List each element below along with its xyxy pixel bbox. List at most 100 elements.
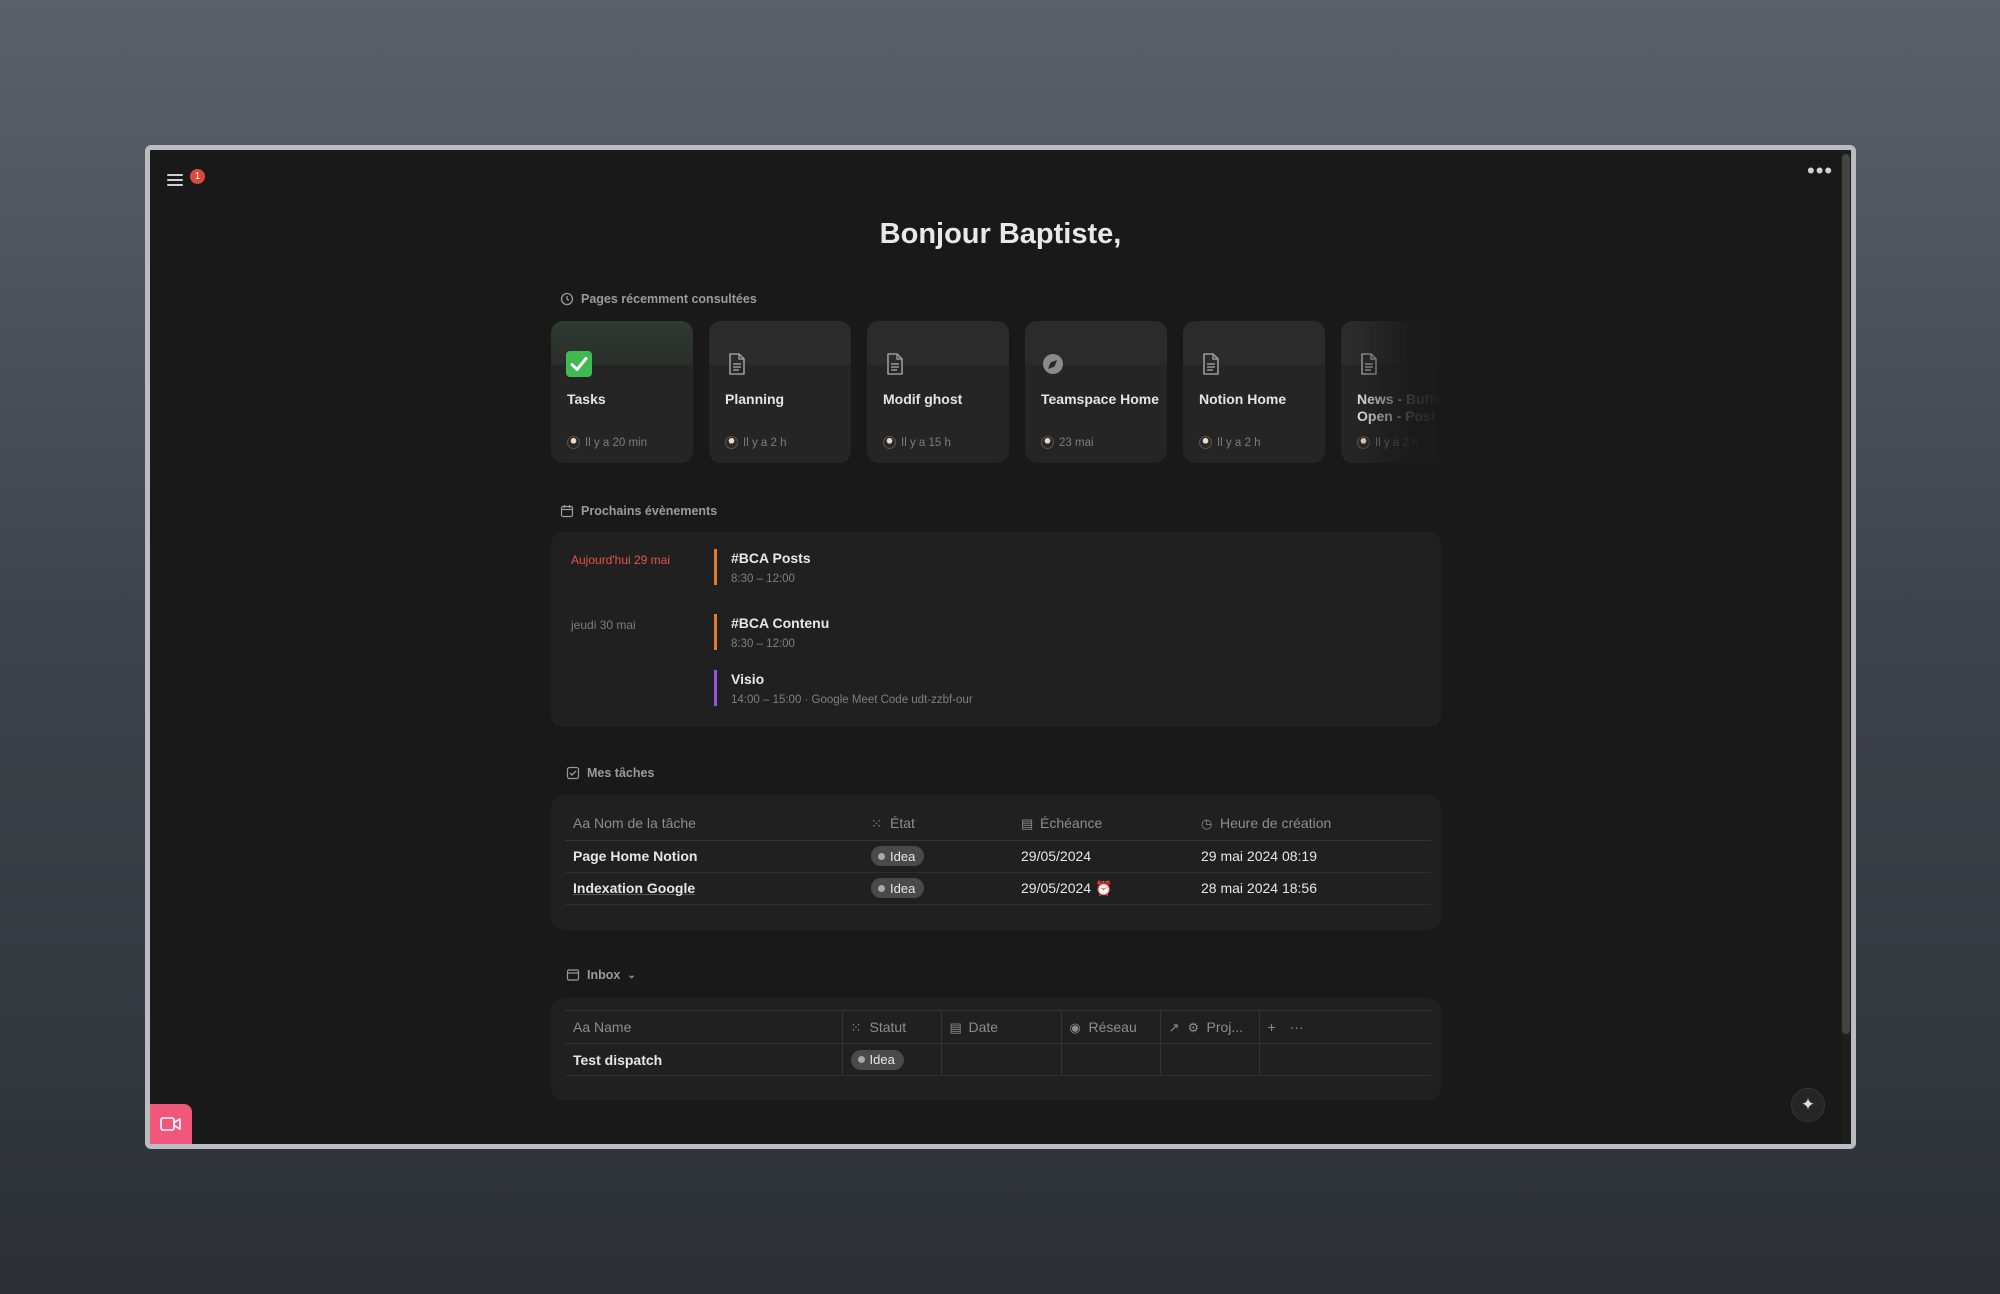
notification-badge: 1: [190, 169, 205, 184]
card-title: News - Buffer Open - Post: [1357, 391, 1441, 424]
event-bca-contenu[interactable]: #BCA Contenu 8:30 – 12:00: [714, 614, 829, 650]
check-icon: [566, 351, 592, 377]
status-tag-label: Idea: [869, 1052, 895, 1067]
record-video-button[interactable]: [150, 1104, 192, 1144]
column-label: Proj...: [1206, 1018, 1244, 1035]
sparkle-icon: ✦: [1800, 1095, 1816, 1114]
column-label: Nom de la tâche: [594, 815, 696, 832]
column-label: Statut: [869, 1018, 907, 1035]
tasks-table: Aa Nom de la tâche ⁙ État ▤ Échéance ◷ Heur…: [565, 807, 1431, 905]
scrollbar-thumb[interactable]: [1842, 154, 1850, 1034]
clock-icon: ◷: [1201, 815, 1213, 831]
column-header-due[interactable]: ▤ Échéance: [1013, 807, 1193, 841]
event-time: 8:30 – 12:00: [731, 573, 795, 585]
inbox-label: Inbox: [587, 968, 621, 982]
inbox-icon: [566, 969, 580, 981]
column-prefix: Aa: [573, 815, 591, 832]
task-name[interactable]: Page Home Notion: [565, 840, 863, 873]
alarm-icon: ⏰: [1094, 879, 1113, 896]
compass-icon: [1043, 354, 1063, 374]
column-label: Date: [968, 1018, 999, 1035]
event-day-thursday: jeudi 30 mai: [571, 618, 636, 632]
inbox-date-cell[interactable]: [941, 1043, 1062, 1076]
recent-card-planning[interactable]: Planning Il y a 2 h: [709, 321, 851, 463]
scrollbar[interactable]: [1841, 150, 1851, 1144]
settings-icon: ⚙: [1187, 1019, 1200, 1035]
tasks-label: Mes tâches: [587, 766, 655, 780]
card-time: 23 mai: [1059, 436, 1094, 449]
inbox-item-name[interactable]: Test dispatch: [565, 1043, 843, 1076]
events-header: Prochains évènements: [560, 504, 717, 518]
task-state-cell[interactable]: Idea: [863, 872, 1013, 905]
task-created: 29 mai 2024 08:19: [1193, 840, 1431, 873]
inbox-projet-cell[interactable]: [1160, 1043, 1260, 1076]
table-row[interactable]: Test dispatch Idea: [565, 1043, 1431, 1076]
page-icon: [1203, 353, 1219, 375]
column-header-name[interactable]: Aa Name: [565, 1010, 843, 1044]
recent-card-tasks[interactable]: Tasks Il y a 20 min: [551, 321, 693, 463]
column-label: Name: [594, 1019, 632, 1035]
page-icon: [887, 353, 903, 375]
card-time: Il y a 2 h: [1375, 436, 1419, 449]
event-title: Visio: [731, 671, 765, 687]
recent-pages-list: Tasks Il y a 20 min Planning Il y a 2 h …: [551, 321, 1441, 463]
task-due-cell[interactable]: 29/05/2024 ⏰: [1013, 872, 1193, 905]
column-header-reseau[interactable]: ◉ Réseau: [1061, 1010, 1161, 1044]
recent-card-modif-ghost[interactable]: Modif ghost Il y a 15 h: [867, 321, 1009, 463]
recent-card-notion-home[interactable]: Notion Home Il y a 2 h: [1183, 321, 1325, 463]
calendar-icon: [560, 505, 574, 518]
column-prefix: Aa: [573, 1019, 591, 1035]
events-label: Prochains évènements: [581, 504, 718, 518]
status-icon: ⁙: [871, 815, 882, 831]
status-icon: ⁙: [850, 1019, 862, 1035]
column-label: Réseau: [1088, 1018, 1137, 1035]
task-state-cell[interactable]: Idea: [863, 840, 1013, 873]
inbox-panel: Aa Name ⁙ Statut ▤ Date ◉ Réseau ↗ ⚙ Proj... …: [551, 998, 1441, 1100]
avatar: [567, 436, 580, 449]
card-time: Il y a 20 min: [585, 436, 647, 449]
recent-card-teamspace-home[interactable]: Teamspace Home 23 mai: [1025, 321, 1167, 463]
card-title: Notion Home: [1199, 391, 1287, 407]
card-time: Il y a 2 h: [1217, 436, 1261, 449]
column-header-state[interactable]: ⁙ État: [863, 807, 1013, 841]
avatar: [1357, 436, 1370, 449]
table-row[interactable]: Indexation Google Idea 29/05/2024 ⏰ 28 m…: [565, 872, 1431, 905]
column-header-task-name[interactable]: Aa Nom de la tâche: [565, 807, 863, 841]
status-tag: Idea: [850, 1049, 904, 1070]
inbox-header[interactable]: Inbox ⌄: [566, 968, 636, 982]
event-bca-posts[interactable]: #BCA Posts 8:30 – 12:00: [714, 549, 811, 585]
status-tag: Idea: [871, 846, 925, 866]
calendar-icon: ▤: [1021, 815, 1034, 831]
sidebar-menu-button[interactable]: 1: [167, 165, 205, 195]
notion-window: 1 ••• Bonjour Baptiste, Pages récemment …: [145, 145, 1856, 1149]
card-time: Il y a 15 h: [901, 436, 951, 449]
event-title: #BCA Posts: [731, 550, 811, 566]
column-label: Heure de création: [1220, 814, 1332, 831]
add-column-icon[interactable]: +: [1268, 1019, 1276, 1035]
column-header-statut[interactable]: ⁙ Statut: [842, 1010, 942, 1044]
avatar: [883, 436, 896, 449]
inbox-reseau-cell[interactable]: [1061, 1043, 1161, 1076]
recent-card-news-buffer[interactable]: News - Buffer Open - Post Il y a 2 h: [1341, 321, 1441, 463]
more-options-icon[interactable]: •••: [1807, 160, 1833, 184]
clock-icon: [560, 292, 574, 306]
ai-assistant-button[interactable]: ✦: [1791, 1088, 1825, 1122]
column-header-created[interactable]: ◷ Heure de création: [1193, 807, 1431, 841]
page-icon: [1361, 353, 1377, 375]
page-title: Bonjour Baptiste,: [879, 218, 1122, 250]
event-time: 14:00 – 15:00 · Google Meet Code udt-zzb…: [731, 694, 973, 706]
page-icon: [729, 353, 745, 375]
tasks-header: Mes tâches: [566, 766, 654, 780]
task-due[interactable]: 29/05/2024: [1013, 840, 1193, 873]
column-header-date[interactable]: ▤ Date: [941, 1010, 1062, 1044]
avatar: [725, 436, 738, 449]
column-header-projet[interactable]: ↗ ⚙ Proj...: [1160, 1010, 1260, 1044]
task-name[interactable]: Indexation Google: [565, 872, 863, 905]
inbox-status-cell[interactable]: Idea: [842, 1043, 942, 1076]
event-visio[interactable]: Visio 14:00 – 15:00 · Google Meet Code u…: [714, 670, 973, 706]
event-day-today: Aujourd'hui 29 mai: [571, 553, 671, 567]
status-tag: Idea: [871, 878, 925, 898]
more-icon[interactable]: ···: [1290, 1019, 1304, 1035]
task-created: 28 mai 2024 18:56: [1193, 872, 1431, 905]
table-row[interactable]: Page Home Notion Idea 29/05/2024 29 mai …: [565, 840, 1431, 873]
